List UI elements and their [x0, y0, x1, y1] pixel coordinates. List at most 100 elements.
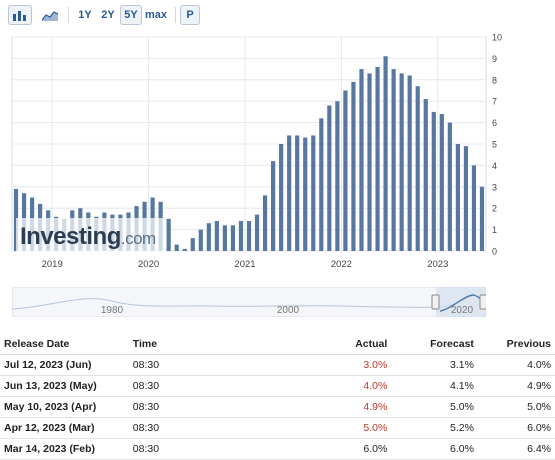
- bar-2021-03: [262, 195, 268, 251]
- bar-2022-12: [431, 111, 436, 252]
- navigator-label: 1980: [101, 305, 124, 316]
- navigator-right-handle[interactable]: [479, 294, 486, 310]
- bar-2023-03: [455, 144, 460, 251]
- y-tick-label: 10: [492, 33, 502, 43]
- column-header-actual[interactable]: Actual: [282, 334, 392, 355]
- release-date-cell: Mar 14, 2023 (Feb): [0, 438, 129, 460]
- bar-2021-08: [303, 137, 308, 251]
- actual-cell: 5.0%: [282, 417, 392, 439]
- bar-2022-05: [375, 66, 380, 252]
- release-date-cell: Jul 12, 2023 (Jun): [0, 354, 129, 376]
- range-1y-button[interactable]: 1Y: [74, 5, 96, 25]
- area-chart-icon[interactable]: [38, 5, 62, 25]
- release-date-cell: May 10, 2023 (Apr): [0, 396, 129, 418]
- navigator-label: 2000: [277, 305, 300, 316]
- forecast-cell: 4.1%: [391, 375, 478, 397]
- column-header-time[interactable]: Time: [128, 334, 283, 355]
- bar-2022-11: [423, 99, 428, 251]
- toolbar-divider: [175, 7, 176, 23]
- range-2y-button[interactable]: 2Y: [97, 5, 119, 25]
- bar-2022-01: [343, 90, 348, 251]
- time-cell: 08:30: [128, 354, 283, 376]
- range-navigator[interactable]: 1980 2000 2020: [12, 287, 486, 317]
- actual-cell: 6.0%: [282, 438, 392, 460]
- bar-2022-04: [367, 73, 372, 251]
- bar-2020-08: [206, 223, 211, 251]
- column-header-previous[interactable]: Previous: [477, 334, 555, 355]
- cpi-bar-chart: 0123456789102019 2020 2021 2022 2023Investin…: [11, 33, 502, 270]
- y-tick-label: 8: [492, 75, 497, 85]
- bar-2021-12: [335, 101, 340, 251]
- y-tick-label: 7: [492, 97, 497, 107]
- time-cell: 08:30: [128, 396, 283, 418]
- forecast-cell: 6.0%: [391, 438, 478, 460]
- bar-2020-03: [166, 218, 171, 251]
- navigator-background: [12, 287, 486, 317]
- x-tick-label: 2023: [427, 259, 448, 270]
- bar-2020-10: [222, 225, 227, 251]
- time-cell: 08:30: [128, 438, 283, 460]
- bar-2020-05: [182, 248, 187, 251]
- previous-cell: 6.0%: [477, 417, 555, 439]
- table-header-row: Release Date Time Actual Forecast Previo…: [0, 334, 555, 355]
- bar-2023-05: [471, 165, 477, 251]
- bar-2020-09: [214, 221, 219, 251]
- bar-2022-09: [407, 75, 412, 251]
- column-header-release-date[interactable]: Release Date: [0, 334, 129, 355]
- bar-2021-09: [311, 135, 316, 251]
- y-tick-label: 4: [492, 161, 497, 171]
- y-tick-label: 2: [492, 204, 497, 214]
- column-header-forecast[interactable]: Forecast: [391, 334, 478, 355]
- bar-2021-04: [271, 161, 276, 251]
- y-tick-label: 3: [492, 182, 497, 192]
- bar-2021-06: [287, 135, 292, 251]
- bar-2021-01: [246, 221, 252, 251]
- x-tick-label: 2019: [42, 259, 63, 270]
- table-row[interactable]: Jul 12, 2023 (Jun) 08:30 3.0% 3.1% 4.0%: [0, 354, 555, 376]
- navigator-label: 2020: [451, 305, 474, 316]
- bar-2023-02: [447, 122, 452, 251]
- bar-2023-06: [479, 186, 485, 251]
- bar-2021-05: [279, 144, 284, 251]
- x-tick-label: 2020: [138, 259, 159, 270]
- bar-2022-06: [383, 56, 388, 251]
- bar-2020-07: [198, 229, 203, 251]
- navigator-left-handle[interactable]: [431, 294, 440, 310]
- bar-2021-07: [295, 135, 300, 251]
- bar-2021-10: [319, 118, 324, 251]
- bar-2021-02: [254, 214, 260, 251]
- time-cell: 08:30: [128, 375, 283, 397]
- bar-2020-04: [174, 244, 179, 251]
- table-row[interactable]: Jun 13, 2023 (May) 08:30 4.0% 4.1% 4.9%: [0, 375, 555, 397]
- y-tick-label: 5: [492, 140, 497, 150]
- bar-2022-10: [415, 86, 420, 251]
- range-max-button[interactable]: max: [143, 5, 169, 25]
- actual-cell: 4.0%: [282, 375, 392, 397]
- time-cell: 08:30: [128, 417, 283, 439]
- bar-2022-07: [391, 69, 396, 251]
- release-date-cell: Apr 12, 2023 (Mar): [0, 417, 129, 439]
- y-tick-label: 0: [492, 247, 497, 257]
- table-row[interactable]: Apr 12, 2023 (Mar) 08:30 5.0% 5.2% 6.0%: [0, 417, 555, 439]
- range-5y-button[interactable]: 5Y: [120, 5, 142, 25]
- y-tick-label: 1: [492, 225, 497, 235]
- bar-2023-01: [439, 114, 444, 251]
- releases-table: Release Date Time Actual Forecast Previo…: [0, 334, 555, 460]
- x-tick-label: 2021: [234, 259, 255, 270]
- actual-cell: 4.9%: [282, 396, 392, 418]
- bar-2021-11: [327, 105, 332, 251]
- actual-cell: 3.0%: [282, 354, 392, 376]
- previous-cell: 6.4%: [477, 438, 555, 460]
- pin-button[interactable]: P: [180, 5, 200, 25]
- chart-toolbar: 1Y 2Y 5Y max P: [8, 5, 548, 27]
- table-row[interactable]: Mar 14, 2023 (Feb) 08:30 6.0% 6.0% 6.4%: [0, 438, 555, 460]
- previous-cell: 5.0%: [477, 396, 555, 418]
- y-tick-label: 6: [492, 118, 497, 128]
- y-tick-label: 9: [492, 54, 497, 64]
- toolbar-divider: [68, 7, 69, 23]
- bar-2022-03: [359, 69, 364, 251]
- release-date-cell: Jun 13, 2023 (May): [0, 375, 129, 397]
- forecast-cell: 5.2%: [391, 417, 478, 439]
- bar-chart-icon[interactable]: [8, 5, 32, 25]
- table-row[interactable]: May 10, 2023 (Apr) 08:30 4.9% 5.0% 5.0%: [0, 396, 555, 418]
